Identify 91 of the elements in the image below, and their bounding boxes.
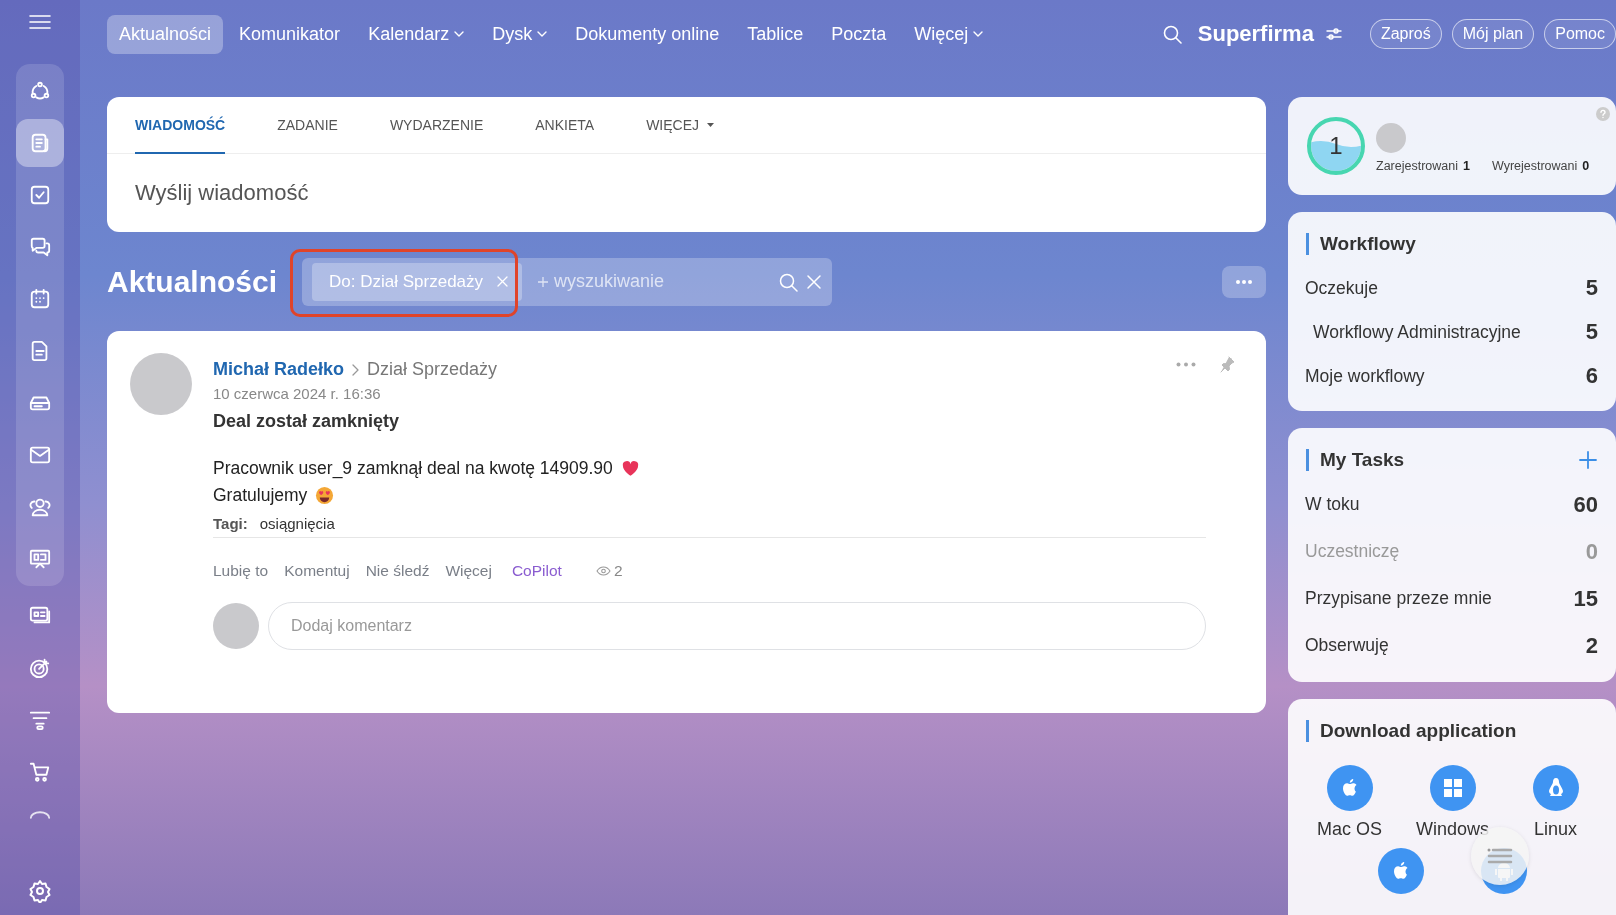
view-count: 2 — [613, 562, 623, 580]
action-link[interactable]: CoPilot — [511, 562, 562, 580]
status-count: 1 — [1463, 159, 1470, 173]
counter-gauge: 1 — [1306, 116, 1366, 176]
header-button[interactable]: Pomoc — [1544, 19, 1616, 49]
sliders-icon[interactable] — [1325, 27, 1342, 41]
widget-link[interactable]: Przypisane przeze mnie — [1305, 588, 1492, 609]
composer-tab[interactable]: ZADANIE — [251, 97, 364, 154]
status-count: 0 — [1582, 159, 1590, 173]
status-label: Zarejestrowani — [1376, 159, 1458, 173]
widget-count: 5 — [1585, 275, 1598, 301]
sidebar-item[interactable] — [16, 119, 64, 167]
action-link[interactable]: Nie śledź — [365, 562, 430, 580]
recipient-label: Dział Sprzedaży — [367, 359, 498, 380]
widget-title: My Tasks — [1320, 449, 1405, 471]
comment-field[interactable]: Dodaj komentarz — [268, 602, 1206, 650]
page-title: Aktualności — [107, 264, 278, 299]
more-button[interactable] — [1222, 265, 1266, 298]
app-download[interactable]: Mac OS — [1298, 765, 1401, 840]
list-icon — [1487, 847, 1513, 865]
composer-tab[interactable]: WIĘCEJ — [620, 97, 740, 154]
tags-label: Tagi: — [213, 515, 248, 532]
widget-count: 2 — [1585, 632, 1598, 659]
pin-icon[interactable] — [1218, 355, 1236, 373]
share-icon[interactable] — [29, 80, 51, 102]
nav-tab[interactable]: Dysk — [480, 14, 560, 54]
calendar-icon[interactable] — [29, 288, 51, 310]
widget-link[interactable]: Moje workflowy — [1305, 365, 1425, 387]
avatar-placeholder — [213, 603, 259, 649]
nav-tab[interactable]: Tablice — [735, 14, 816, 54]
action-link[interactable]: Więcej — [445, 562, 492, 580]
widget-title: Workflowy — [1320, 233, 1416, 255]
mail-icon[interactable] — [29, 444, 51, 466]
composer-tab[interactable]: ANKIETA — [509, 97, 621, 154]
widget-link[interactable]: Oczekuje — [1305, 277, 1378, 299]
close-icon[interactable] — [806, 273, 823, 290]
widget-count: 60 — [1573, 491, 1598, 518]
app-download[interactable]: Linux — [1504, 765, 1607, 840]
header-button[interactable]: Mój plan — [1451, 19, 1535, 49]
users-icon[interactable] — [29, 496, 51, 518]
more-icon[interactable] — [1176, 361, 1196, 367]
settings-icon[interactable] — [28, 879, 52, 903]
avatar-placeholder — [1376, 123, 1406, 153]
newspaper-icon[interactable] — [29, 132, 51, 154]
nav-tab[interactable]: Komunikator — [227, 14, 353, 54]
action-link[interactable]: Lubię to — [213, 562, 269, 580]
heart-icon — [620, 459, 640, 478]
presentation-icon[interactable] — [29, 548, 51, 570]
search-icon[interactable] — [1161, 24, 1182, 44]
widget-count: 15 — [1573, 585, 1598, 612]
nav-tab[interactable]: Kalendarz — [356, 14, 477, 54]
chevron-icon — [352, 363, 360, 376]
composer-tab[interactable]: WYDARZENIE — [363, 97, 510, 154]
post-title: Deal został zamknięty — [213, 411, 401, 432]
smiley-icon — [315, 486, 335, 505]
cart-icon[interactable] — [29, 761, 51, 783]
widget-link[interactable]: Obserwuję — [1305, 635, 1389, 656]
search-icon[interactable] — [778, 271, 799, 292]
chat-icon[interactable] — [29, 236, 51, 258]
header-button[interactable]: Zaproś — [1369, 19, 1442, 49]
checkbox-icon[interactable] — [29, 184, 51, 206]
plus-icon — [538, 276, 549, 287]
menu-icon[interactable] — [29, 14, 51, 30]
add-button[interactable] — [1578, 450, 1598, 470]
nav-tab[interactable]: Więcej — [902, 14, 996, 54]
widget-count: 0 — [1585, 538, 1598, 565]
tag-link[interactable]: osiągnięcia — [259, 515, 335, 532]
message-field[interactable]: Wyślij wiadomość — [135, 180, 309, 206]
eye-icon — [595, 566, 611, 576]
app-download[interactable] — [1378, 848, 1424, 894]
widget-link[interactable]: Workflowy Administracyjne — [1313, 321, 1521, 343]
funnel-icon[interactable] — [29, 709, 51, 731]
body-text: Pracownik user_9 zamknął deal na kwotę 14909.90 — [213, 458, 613, 479]
nav-tab[interactable]: Poczta — [819, 14, 899, 54]
widget-link[interactable]: W toku — [1305, 494, 1360, 515]
body-text: Gratulujemy — [213, 485, 308, 506]
widget-count: 5 — [1585, 319, 1598, 345]
status-label: Wyrejestrowani — [1491, 159, 1578, 173]
nav-tab[interactable]: Aktualności — [107, 14, 224, 54]
widget-count: 6 — [1585, 363, 1598, 389]
more-icon — [1235, 279, 1253, 284]
widget-title: Download application — [1320, 720, 1517, 742]
composer-tab[interactable]: WIADOMOŚĆ — [135, 97, 226, 154]
nav-tab[interactable]: Dokumenty online — [563, 14, 732, 54]
target-icon[interactable] — [29, 657, 51, 679]
close-icon — [497, 276, 509, 287]
brand-logo: Superfirma — [1197, 21, 1314, 47]
widget-link[interactable]: Uczestniczę — [1305, 541, 1400, 562]
author-link[interactable]: Michał Radełko — [213, 359, 345, 380]
post-date: 10 czerwca 2024 r. 16:36 — [213, 385, 382, 402]
action-link[interactable]: Komentuj — [284, 562, 350, 580]
